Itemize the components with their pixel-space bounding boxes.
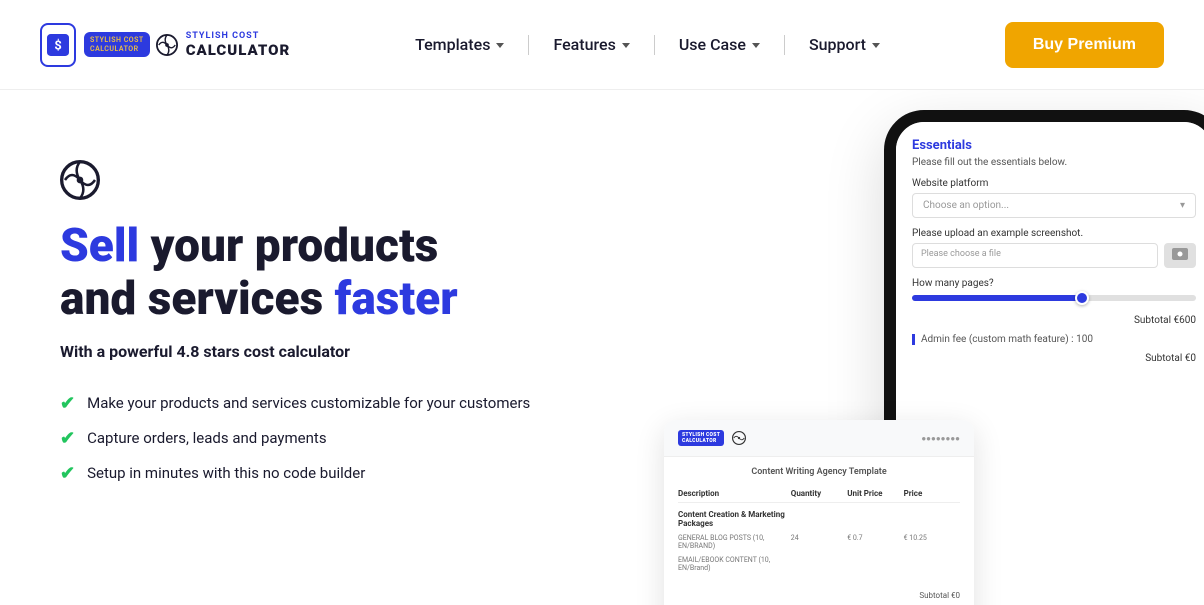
phone-slider-track (912, 295, 1196, 301)
phone-slider-thumb (1075, 291, 1089, 305)
phone-slider-fill (912, 295, 1082, 301)
card-logo: STYLISH COSTCALCULATOR (678, 430, 724, 446)
phone-platform-label: Website platform (912, 178, 1196, 189)
chevron-down-icon (752, 43, 760, 48)
nav-features[interactable]: Features (549, 27, 633, 62)
logo-badge: STYLISH COST CALCULATOR (84, 32, 150, 57)
nav-use-case[interactable]: Use Case (675, 27, 764, 62)
logo-area: $ STYLISH COST CALCULATOR STYLISH COST (40, 23, 290, 67)
logo-text-group: STYLISH COST CALCULATOR (84, 32, 178, 57)
hero-left: Sell your products and services faster W… (60, 140, 620, 484)
hero-section: Sell your products and services faster W… (0, 90, 1204, 605)
header: $ STYLISH COST CALCULATOR STYLISH COST (0, 0, 1204, 90)
logo-text: STYLISH COST CALCULATOR (186, 31, 291, 59)
phone-upload-row: Please choose a file (912, 243, 1196, 268)
chevron-down-icon (872, 43, 880, 48)
phone-upload-input[interactable]: Please choose a file (912, 243, 1158, 268)
phone-upload-button[interactable] (1164, 243, 1196, 268)
feature-item-3: ✔ Setup in minutes with this no code bui… (60, 463, 620, 484)
select-chevron: ▾ (1180, 200, 1185, 211)
checkmark-icon-3: ✔ (60, 463, 75, 484)
card-template-label: Content Writing Agency Template (678, 467, 960, 477)
hero-right: Essentials Please fill out the essential… (664, 110, 1204, 605)
checkmark-icon-1: ✔ (60, 393, 75, 414)
phone-upload-label: Please upload an example screenshot. (912, 228, 1196, 239)
table-row-1: Content Creation & Marketing Packages (678, 507, 960, 531)
feature-item-2: ✔ Capture orders, leads and payments (60, 428, 620, 449)
nav-separator-3 (784, 35, 785, 55)
hero-title: Sell your products and services faster (60, 220, 620, 326)
card-subtotal-area: Subtotal €0 (678, 583, 960, 602)
phone-subtotal-2: Subtotal €0 (912, 353, 1196, 364)
wordpress-logo-header (156, 34, 178, 56)
checkmark-icon-2: ✔ (60, 428, 75, 449)
hero-subtitle: With a powerful 4.8 stars cost calculato… (60, 342, 620, 361)
card-subtotal-text: Subtotal €0 (919, 591, 960, 600)
chevron-down-icon (496, 43, 504, 48)
table-row-2: GENERAL BLOG POSTS (10, EN/BRAND) 24 € 0… (678, 531, 960, 553)
svg-text:$: $ (54, 38, 61, 53)
chevron-down-icon (622, 43, 630, 48)
phone-section-sub: Please fill out the essentials below. (912, 157, 1196, 168)
hero-features-list: ✔ Make your products and services custom… (60, 393, 620, 484)
wordpress-small-icon (732, 431, 746, 445)
card-mockup: STYLISH COSTCALCULATOR ●●●●●●●● Content … (664, 420, 974, 605)
card-date: ●●●●●●●● (921, 434, 960, 443)
logo-icon: $ (40, 23, 76, 67)
logo-calculator-text: CALCULATOR (186, 41, 291, 59)
phone-admin-fee: Admin fee (custom math feature) : 100 (912, 334, 1196, 345)
phone-pages-label: How many pages? (912, 278, 1196, 289)
table-row-3: EMAIL/EBOOK CONTENT (10, EN/Brand) (678, 553, 960, 575)
phone-section-title: Essentials (912, 138, 1196, 153)
phone-select[interactable]: Choose an option... ▾ (912, 193, 1196, 218)
phone-subtotal-1: Subtotal €600 (912, 315, 1196, 326)
nav-templates[interactable]: Templates (411, 27, 508, 62)
app-icon: $ (47, 34, 69, 56)
buy-premium-button[interactable]: Buy Premium (1005, 22, 1164, 68)
card-table-header: Description Quantity Unit Price Price (678, 485, 960, 503)
main-nav: Templates Features Use Case Support (411, 27, 884, 62)
nav-separator-1 (528, 35, 529, 55)
wordpress-icon (60, 160, 620, 204)
nav-support[interactable]: Support (805, 27, 884, 62)
feature-item-1: ✔ Make your products and services custom… (60, 393, 620, 414)
card-content: Content Writing Agency Template Descript… (664, 457, 974, 605)
nav-separator-2 (654, 35, 655, 55)
card-header: STYLISH COSTCALCULATOR ●●●●●●●● (664, 420, 974, 457)
